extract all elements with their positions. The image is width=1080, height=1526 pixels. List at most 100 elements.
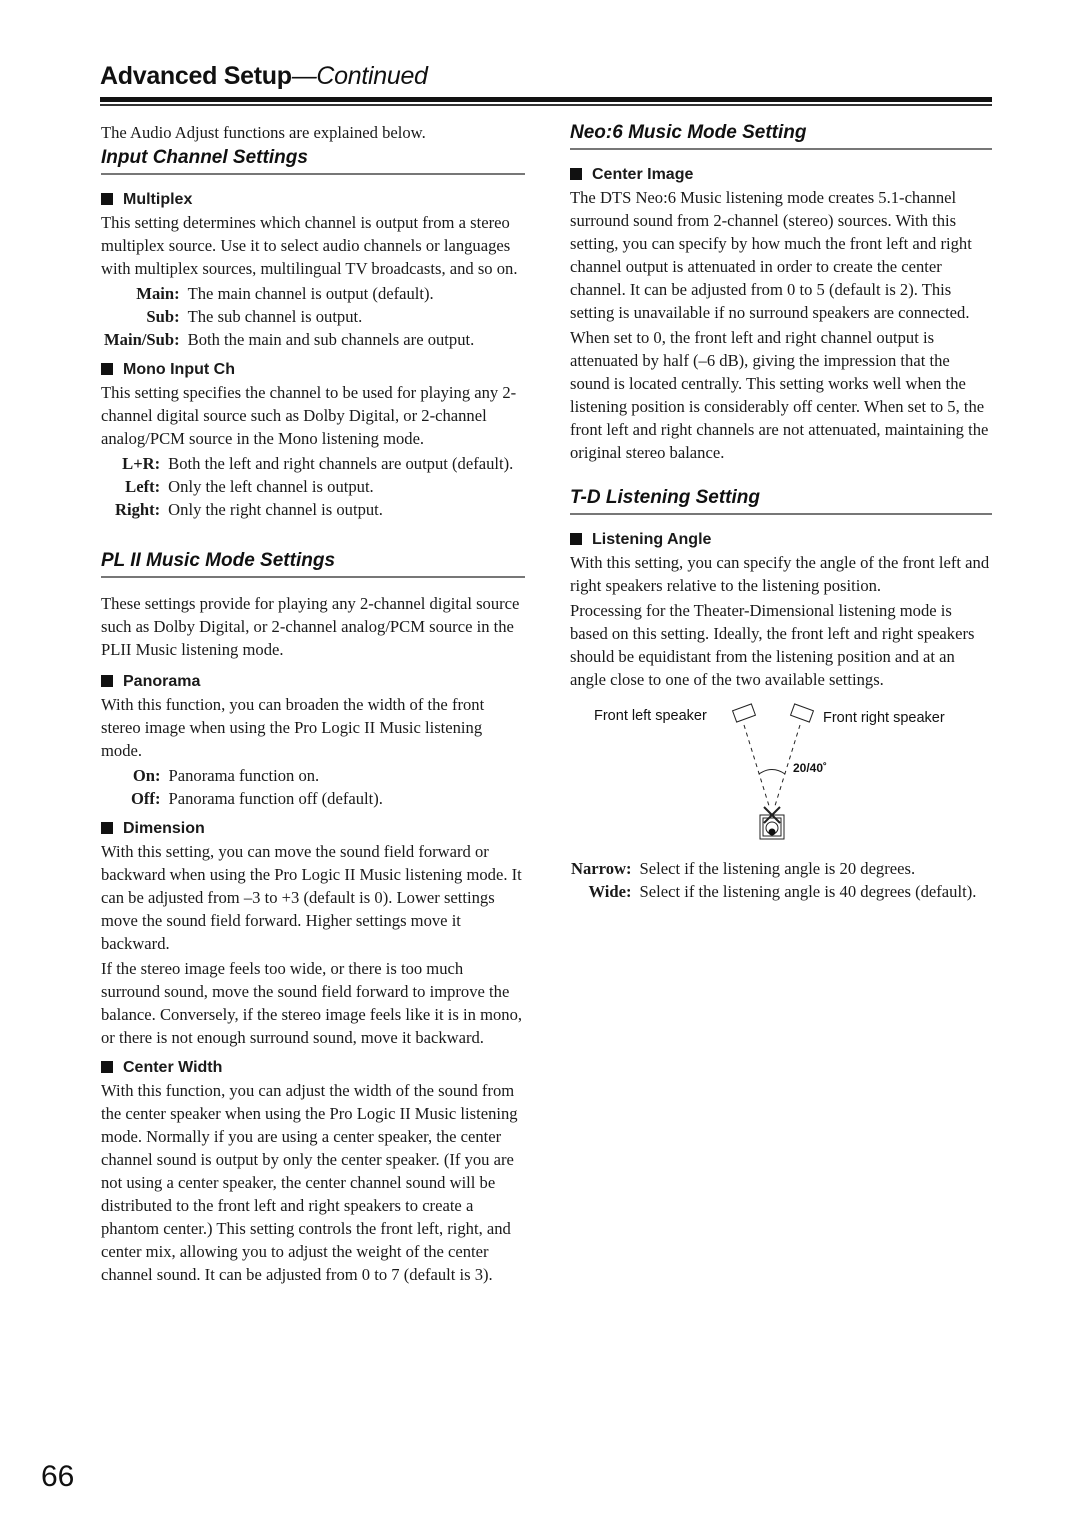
option-term: Narrow: (571, 859, 632, 878)
item-title-label: Listening Angle (592, 531, 712, 548)
item-title: Center Width (101, 1057, 525, 1079)
option-term: Right: (115, 500, 161, 519)
option-term: On: (132, 766, 161, 785)
option-list: Narrow: Select if the listening angle is … (571, 857, 976, 903)
section-intro: These settings provide for playing any 2… (101, 594, 520, 659)
speaker-angle-diagram: Front left speaker Front right speaker 2… (570, 697, 992, 847)
option-term: Left: (125, 477, 161, 496)
item-body: When set to 0, the front left and right … (570, 328, 989, 462)
item-title: Multiplex (101, 189, 525, 211)
item-center-image: Center Image The DTS Neo:6 Music listeni… (570, 164, 992, 464)
option-row: Sub: The sub channel is output. (104, 305, 474, 328)
item-title-label: Panorama (123, 673, 201, 690)
option-term: Wide: (588, 882, 632, 901)
item-listening-angle: Listening Angle With this setting, you c… (570, 529, 992, 903)
option-desc: The sub channel is output. (187, 307, 363, 326)
item-title: Dimension (101, 818, 525, 840)
option-row: Right: Only the right channel is output. (115, 498, 513, 521)
option-desc: Panorama function on. (168, 766, 320, 785)
item-title-label: Center Image (592, 166, 694, 183)
item-multiplex: Multiplex This setting determines which … (101, 189, 525, 351)
option-row: On: Panorama function on. (131, 764, 383, 787)
square-bullet-icon (101, 1061, 113, 1073)
item-center-width: Center Width With this function, you can… (101, 1057, 525, 1286)
square-bullet-icon (570, 168, 582, 180)
option-list: On: Panorama function on. Off: Panorama fu… (131, 764, 383, 810)
page-title-suffix: —Continued (291, 62, 428, 90)
page-title: Advanced Setup—Continued (100, 62, 992, 91)
left-column: The Audio Adjust functions are explained… (101, 121, 525, 1288)
option-desc: Select if the listening angle is 20 degr… (639, 859, 916, 878)
item-mono-input-ch: Mono Input Ch This setting specifies the… (101, 359, 525, 521)
page-header: Advanced Setup—Continued (100, 62, 992, 91)
front-right-speaker-label: Front right speaker (823, 710, 945, 726)
option-list: Main: The main channel is output (default… (104, 282, 474, 351)
square-bullet-icon (101, 363, 113, 375)
square-bullet-icon (101, 822, 113, 834)
option-desc: The main channel is output (default). (187, 284, 434, 303)
intro-text: The Audio Adjust functions are explained… (101, 123, 426, 142)
angle-label: 20/40˚ (793, 761, 828, 775)
listener-seat-icon (759, 806, 785, 840)
section-td-listening-setting: T-D Listening Setting Listening Angle Wi… (570, 486, 992, 903)
header-rule-thin (100, 104, 992, 106)
item-title: Mono Input Ch (101, 359, 525, 381)
section-title: Neo:6 Music Mode Setting (570, 121, 992, 150)
item-title: Center Image (570, 164, 992, 186)
item-body: With this function, you can broaden the … (101, 695, 485, 760)
option-desc: Both the left and right channels are out… (168, 454, 514, 473)
section-title: PL II Music Mode Settings (101, 549, 525, 578)
angle-arc (758, 769, 786, 775)
option-desc: Select if the listening angle is 40 degr… (639, 882, 977, 901)
item-body: The DTS Neo:6 Music listening mode creat… (570, 188, 972, 322)
right-column: Neo:6 Music Mode Setting Center Image Th… (570, 121, 992, 911)
section-title: T-D Listening Setting (570, 486, 992, 515)
option-desc: Both the main and sub channels are outpu… (187, 330, 475, 349)
section-title: Input Channel Settings (101, 146, 525, 175)
option-row: Narrow: Select if the listening angle is … (571, 857, 976, 880)
header-rule-thick (100, 97, 992, 102)
section-input-channel-settings: Input Channel Settings Multiplex This se… (101, 146, 525, 521)
item-body: Processing for the Theater-Dimensional l… (570, 601, 975, 689)
square-bullet-icon (101, 675, 113, 687)
item-body: This setting specifies the channel to be… (101, 383, 517, 448)
section-pl2-music-mode-settings: PL II Music Mode Settings These settings… (101, 549, 525, 1286)
square-bullet-icon (570, 533, 582, 545)
option-list: L+R: Both the left and right channels are… (115, 452, 513, 521)
front-left-speaker-label: Front left speaker (594, 708, 707, 724)
option-term: Main/Sub: (104, 330, 180, 349)
item-title-label: Multiplex (123, 191, 193, 208)
item-title-label: Center Width (123, 1059, 223, 1076)
option-term: Sub: (146, 307, 180, 326)
option-row: Left: Only the left channel is output. (115, 475, 513, 498)
option-row: Wide: Select if the listening angle is 40… (571, 880, 977, 903)
option-term: Main: (136, 284, 180, 303)
item-title: Listening Angle (570, 529, 992, 551)
item-body: With this setting, you can specify the a… (570, 553, 990, 595)
item-dimension: Dimension With this setting, you can mov… (101, 818, 525, 1049)
page-title-main: Advanced Setup (100, 62, 292, 90)
square-bullet-icon (101, 193, 113, 205)
item-body: This setting determines which channel is… (101, 213, 518, 278)
option-row: Main/Sub: Both the main and sub channels … (104, 328, 474, 351)
option-term: Off: (131, 789, 161, 808)
option-row: L+R: Both the left and right channels are… (115, 452, 513, 475)
option-desc: Only the right channel is output. (168, 500, 383, 519)
page-number: 66 (41, 1460, 75, 1493)
item-panorama: Panorama With this function, you can bro… (101, 671, 525, 810)
option-row: Main: The main channel is output (default… (104, 282, 474, 305)
front-right-speaker-icon (789, 703, 815, 723)
option-desc: Only the left channel is output. (168, 477, 374, 496)
section-neo6-music-mode-setting: Neo:6 Music Mode Setting Center Image Th… (570, 121, 992, 464)
item-body: With this setting, you can move the soun… (101, 842, 522, 953)
item-body: If the stereo image feels too wide, or t… (101, 959, 523, 1047)
item-title-label: Dimension (123, 820, 205, 837)
option-row: Off: Panorama function off (default). (131, 787, 383, 810)
item-title-label: Mono Input Ch (123, 361, 235, 378)
option-term: L+R: (122, 454, 161, 473)
left-sightline (743, 724, 771, 810)
option-desc: Panorama function off (default). (168, 789, 383, 808)
item-body: With this function, you can adjust the w… (101, 1081, 518, 1284)
front-left-speaker-icon (731, 703, 757, 723)
item-title: Panorama (101, 671, 525, 693)
